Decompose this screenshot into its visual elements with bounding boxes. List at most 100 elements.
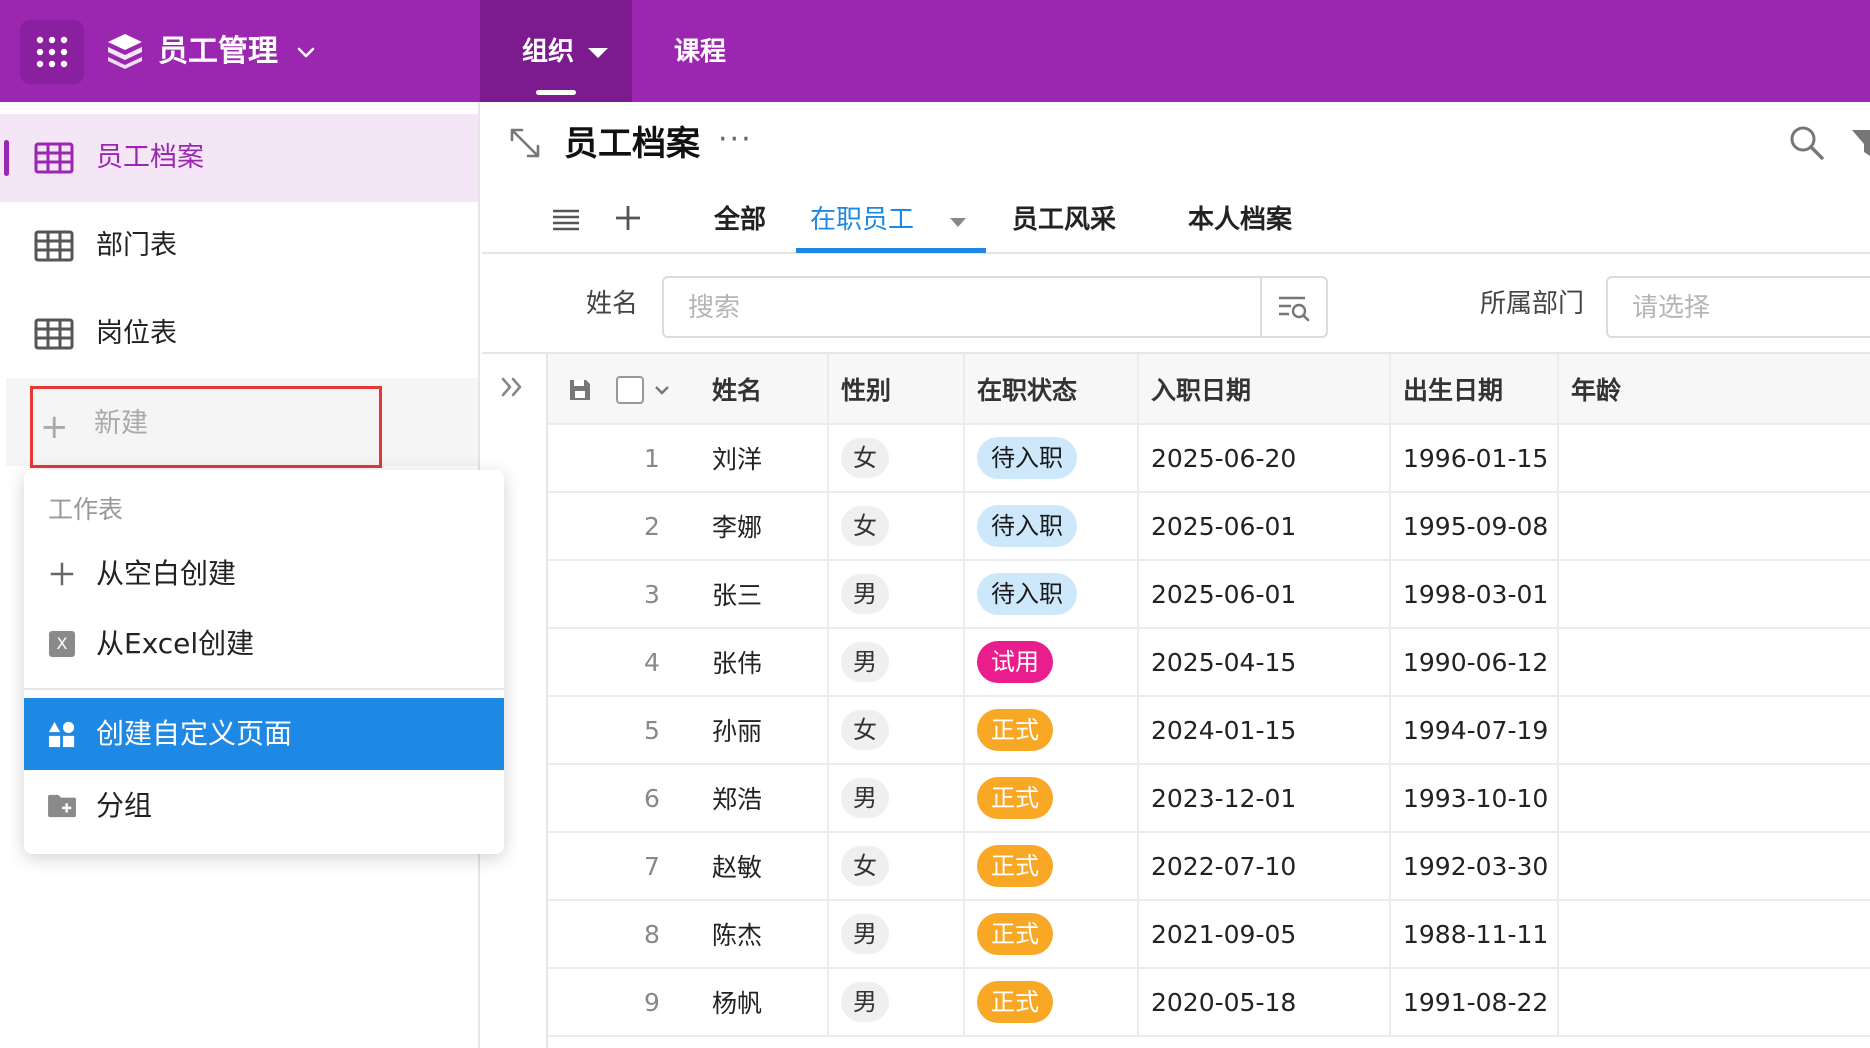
table-row[interactable]: 1 刘洋女 待入职 2025-06-20 1996-01-15	[548, 424, 1870, 493]
tab-all[interactable]: 全部	[714, 200, 766, 240]
row-number[interactable]: 6	[612, 764, 692, 833]
tab-my-profile[interactable]: 本人档案	[1188, 200, 1292, 240]
row-number[interactable]: 9	[612, 968, 692, 1037]
cell-gender[interactable]: 男	[828, 628, 965, 697]
cell-birth-date[interactable]: 1990-06-12	[1390, 628, 1559, 697]
save-icon[interactable]	[548, 354, 612, 425]
cell-birth-date[interactable]: 1992-03-30	[1390, 832, 1559, 901]
cell-age[interactable]	[1558, 900, 1870, 969]
row-spacer[interactable]	[548, 900, 612, 969]
select-all-checkbox[interactable]	[612, 354, 692, 425]
row-spacer[interactable]	[548, 628, 612, 697]
cell-age[interactable]	[1558, 968, 1870, 1037]
column-header[interactable]: 在职状态	[964, 354, 1139, 425]
cell-hire-date[interactable]: 2024-01-15	[1138, 696, 1391, 765]
cell-age[interactable]	[1558, 696, 1870, 765]
column-header[interactable]: 性别	[828, 354, 965, 425]
cell-age[interactable]	[1558, 492, 1870, 561]
row-spacer[interactable]	[548, 696, 612, 765]
table-row[interactable]: 3 张三男 待入职 2025-06-01 1998-03-01	[548, 560, 1870, 629]
expand-icon[interactable]	[508, 126, 542, 160]
cell-name[interactable]: 张伟	[692, 628, 829, 697]
name-search-input[interactable]: 搜索	[662, 276, 1328, 338]
cell-status[interactable]: 正式	[964, 900, 1139, 969]
cell-gender[interactable]: 男	[828, 560, 965, 629]
cell-birth-date[interactable]: 1988-11-11	[1390, 900, 1559, 969]
cell-name[interactable]: 杨帆	[692, 968, 829, 1037]
table-row[interactable]: 6 郑浩男 正式 2023-12-01 1993-10-10	[548, 764, 1870, 833]
menu-item-create-custom-page[interactable]: 创建自定义页面	[24, 698, 504, 770]
cell-hire-date[interactable]: 2025-06-01	[1138, 492, 1391, 561]
cell-status[interactable]: 正式	[964, 968, 1139, 1037]
row-number[interactable]: 7	[612, 832, 692, 901]
chevron-down-icon[interactable]	[294, 40, 318, 64]
cell-hire-date[interactable]: 2022-07-10	[1138, 832, 1391, 901]
column-header[interactable]: 出生日期	[1390, 354, 1559, 425]
menu-item-create-from-excel[interactable]: X 从Excel创建	[24, 608, 504, 680]
column-header[interactable]: 入职日期	[1138, 354, 1391, 425]
cell-hire-date[interactable]: 2025-06-01	[1138, 560, 1391, 629]
cell-name[interactable]: 刘洋	[692, 424, 829, 493]
cell-gender[interactable]: 男	[828, 900, 965, 969]
cell-status[interactable]: 待入职	[964, 492, 1139, 561]
caret-down-icon[interactable]	[950, 218, 966, 227]
nav-tab-organization-label[interactable]: 组织	[522, 32, 574, 72]
search-filter-button[interactable]	[1260, 278, 1326, 336]
cell-gender[interactable]: 女	[828, 832, 965, 901]
more-options-icon[interactable]: ···	[718, 120, 753, 160]
cell-age[interactable]	[1558, 560, 1870, 629]
cell-age[interactable]	[1558, 832, 1870, 901]
table-row[interactable]: 8 陈杰男 正式 2021-09-05 1988-11-11	[548, 900, 1870, 969]
row-spacer[interactable]	[548, 968, 612, 1037]
cell-birth-date[interactable]: 1993-10-10	[1390, 764, 1559, 833]
cell-status[interactable]: 待入职	[964, 424, 1139, 493]
cell-name[interactable]: 张三	[692, 560, 829, 629]
cell-name[interactable]: 李娜	[692, 492, 829, 561]
cell-gender[interactable]: 男	[828, 764, 965, 833]
cell-birth-date[interactable]: 1994-07-19	[1390, 696, 1559, 765]
sidebar-item-departments[interactable]: 部门表	[0, 202, 478, 290]
double-chevron-right-icon[interactable]	[498, 372, 528, 402]
cell-name[interactable]: 陈杰	[692, 900, 829, 969]
row-number[interactable]: 5	[612, 696, 692, 765]
cell-birth-date[interactable]: 1991-08-22	[1390, 968, 1559, 1037]
cell-birth-date[interactable]: 1995-09-08	[1390, 492, 1559, 561]
menu-lines-icon[interactable]	[550, 204, 582, 236]
row-number[interactable]: 3	[612, 560, 692, 629]
menu-item-group[interactable]: 分组	[24, 770, 504, 842]
cell-name[interactable]: 郑浩	[692, 764, 829, 833]
tab-employee-showcase[interactable]: 员工风采	[1012, 200, 1116, 240]
row-number[interactable]: 1	[612, 424, 692, 493]
table-row[interactable]: 2 李娜女 待入职 2025-06-01 1995-09-08	[548, 492, 1870, 561]
row-spacer[interactable]	[548, 492, 612, 561]
cell-age[interactable]	[1558, 424, 1870, 493]
cell-hire-date[interactable]: 2020-05-18	[1138, 968, 1391, 1037]
cell-status[interactable]: 正式	[964, 764, 1139, 833]
cell-name[interactable]: 赵敏	[692, 832, 829, 901]
cell-hire-date[interactable]: 2025-04-15	[1138, 628, 1391, 697]
sidebar-item-employee-records[interactable]: 员工档案	[0, 114, 478, 202]
cell-gender[interactable]: 女	[828, 492, 965, 561]
cell-hire-date[interactable]: 2021-09-05	[1138, 900, 1391, 969]
app-title[interactable]: 员工管理	[158, 30, 278, 74]
menu-item-create-blank[interactable]: 从空白创建	[24, 538, 504, 610]
table-row[interactable]: 5 孙丽女 正式 2024-01-15 1994-07-19	[548, 696, 1870, 765]
cell-status[interactable]: 试用	[964, 628, 1139, 697]
cell-gender[interactable]: 女	[828, 424, 965, 493]
caret-down-icon[interactable]	[588, 48, 608, 58]
cell-age[interactable]	[1558, 764, 1870, 833]
table-row[interactable]: 9 杨帆男 正式 2020-05-18 1991-08-22	[548, 968, 1870, 1037]
sidebar-item-positions[interactable]: 岗位表	[0, 290, 478, 378]
cell-hire-date[interactable]: 2025-06-20	[1138, 424, 1391, 493]
row-spacer[interactable]	[548, 764, 612, 833]
cell-birth-date[interactable]: 1996-01-15	[1390, 424, 1559, 493]
cell-hire-date[interactable]: 2023-12-01	[1138, 764, 1391, 833]
app-launcher-button[interactable]	[20, 20, 84, 84]
row-number[interactable]: 2	[612, 492, 692, 561]
add-view-icon[interactable]	[612, 202, 644, 234]
cell-gender[interactable]: 女	[828, 696, 965, 765]
department-select[interactable]: 请选择	[1606, 276, 1870, 338]
row-number[interactable]: 4	[612, 628, 692, 697]
cell-name[interactable]: 孙丽	[692, 696, 829, 765]
table-row[interactable]: 7 赵敏女 正式 2022-07-10 1992-03-30	[548, 832, 1870, 901]
